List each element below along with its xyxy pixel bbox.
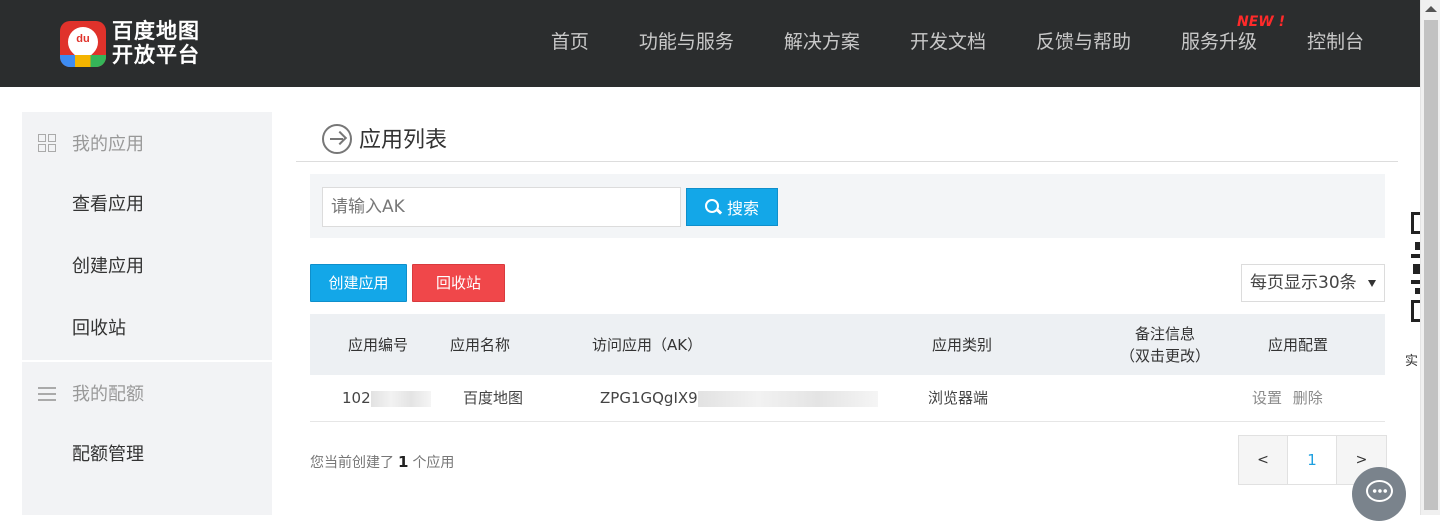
redacted-block: [697, 390, 878, 407]
cell-ak[interactable]: ZPG1GQgIX9: [600, 375, 878, 422]
sidebar: 我的应用 查看应用 创建应用 回收站 我的配额 配额管理: [22, 112, 272, 515]
recycle-bin-button[interactable]: 回收站: [412, 264, 505, 302]
table-header: 应用编号 应用名称 访问应用（AK） 应用类别 备注信息 （双击更改） 应用配置: [310, 314, 1385, 375]
nav-upgrade-label: 服务升级: [1180, 31, 1257, 53]
col-ak: 访问应用（AK）: [592, 335, 703, 354]
search-button[interactable]: 搜索: [686, 188, 778, 226]
create-app-button[interactable]: 创建应用: [310, 264, 407, 302]
nav-console[interactable]: 控制台: [1307, 0, 1364, 87]
grid-icon: [38, 134, 56, 152]
nav-solutions[interactable]: 解决方案: [784, 0, 860, 87]
search-button-label: 搜索: [726, 199, 759, 218]
col-category: 应用类别: [931, 335, 992, 354]
ak-search-input[interactable]: [322, 187, 681, 227]
sidebar-group-my-quota: 我的配额: [22, 362, 272, 424]
app-table: 应用编号 应用名称 访问应用（AK） 应用类别 备注信息 （双击更改） 应用配置…: [310, 314, 1385, 422]
caret-down-icon: [1368, 280, 1376, 287]
main-nav: 首页 功能与服务 解决方案 开发文档 反馈与帮助 服务升级 NEW ! 控制台: [501, 0, 1364, 87]
nav-feedback[interactable]: 反馈与帮助: [1036, 0, 1131, 87]
logo-icon: du: [60, 21, 106, 67]
cell-actions: 设置 删除: [1252, 375, 1329, 422]
cell-app-name: 百度地图: [463, 389, 524, 407]
table-row[interactable]: 102 百度地图 ZPG1GQgIX9 浏览器端 设置 删除: [310, 375, 1385, 422]
qr-code-label: 实: [1405, 354, 1419, 369]
sidebar-group-label: 我的应用: [72, 134, 144, 155]
logo-text: 百度地图 开放平台: [112, 19, 200, 67]
app-count: 1: [398, 453, 409, 471]
page-header: 应用列表: [296, 112, 1398, 162]
col-note-title: 备注信息: [1134, 324, 1195, 343]
sidebar-item-view-apps[interactable]: 查看应用: [22, 174, 272, 236]
qr-code-icon[interactable]: [1409, 212, 1420, 322]
per-page-select[interactable]: 每页显示30条: [1241, 264, 1385, 302]
sidebar-group-my-apps: 我的应用: [22, 112, 272, 174]
col-note-hint: （双击更改）: [1119, 346, 1210, 365]
scroll-up-arrow-icon[interactable]: [1425, 6, 1437, 12]
baidu-map-logo[interactable]: du 百度地图 开放平台: [60, 19, 202, 69]
sidebar-item-recycle-bin[interactable]: 回收站: [22, 298, 272, 360]
prev-page-button[interactable]: <: [1239, 436, 1288, 484]
col-config: 应用配置: [1267, 335, 1328, 354]
cell-note[interactable]: [1110, 375, 1220, 422]
cell-category: 浏览器端: [928, 389, 989, 407]
sidebar-item-create-app[interactable]: 创建应用: [22, 236, 272, 298]
arrow-right-circle-icon: [322, 124, 352, 154]
settings-link[interactable]: 设置: [1252, 389, 1282, 407]
page-scrollbar[interactable]: [1420, 0, 1440, 515]
search-bar: 搜索: [310, 174, 1385, 238]
chat-support-button[interactable]: [1352, 467, 1406, 521]
sidebar-group-label: 我的配额: [72, 384, 144, 405]
redacted-block: [370, 390, 431, 407]
col-note: 备注信息 （双击更改）: [1098, 314, 1232, 375]
new-badge: NEW !: [1237, 14, 1285, 30]
scroll-thumb[interactable]: [1424, 20, 1438, 510]
cell-app-id: 102: [342, 375, 431, 422]
main-content: 应用列表 搜索 创建应用 回收站 每页显示30条 应用编号 应用名称 访问应用（…: [296, 112, 1398, 485]
list-icon: [38, 384, 56, 402]
nav-upgrade[interactable]: 服务升级 NEW !: [1180, 0, 1285, 87]
delete-link[interactable]: 删除: [1293, 389, 1323, 407]
search-icon: [704, 199, 721, 215]
app-count-summary: 您当前创建了 1 个应用: [310, 453, 455, 471]
per-page-value: 每页显示30条: [1250, 273, 1357, 293]
col-app-name: 应用名称: [449, 335, 510, 354]
top-navbar: du 百度地图 开放平台 首页 功能与服务 解决方案 开发文档 反馈与帮助 服务…: [0, 0, 1420, 87]
nav-features[interactable]: 功能与服务: [639, 0, 734, 87]
page-1-button[interactable]: 1: [1288, 436, 1337, 484]
page-title: 应用列表: [359, 128, 448, 153]
col-app-id: 应用编号: [347, 335, 408, 354]
nav-docs[interactable]: 开发文档: [910, 0, 986, 87]
nav-home[interactable]: 首页: [551, 0, 589, 87]
sidebar-item-quota-management[interactable]: 配额管理: [22, 424, 272, 486]
